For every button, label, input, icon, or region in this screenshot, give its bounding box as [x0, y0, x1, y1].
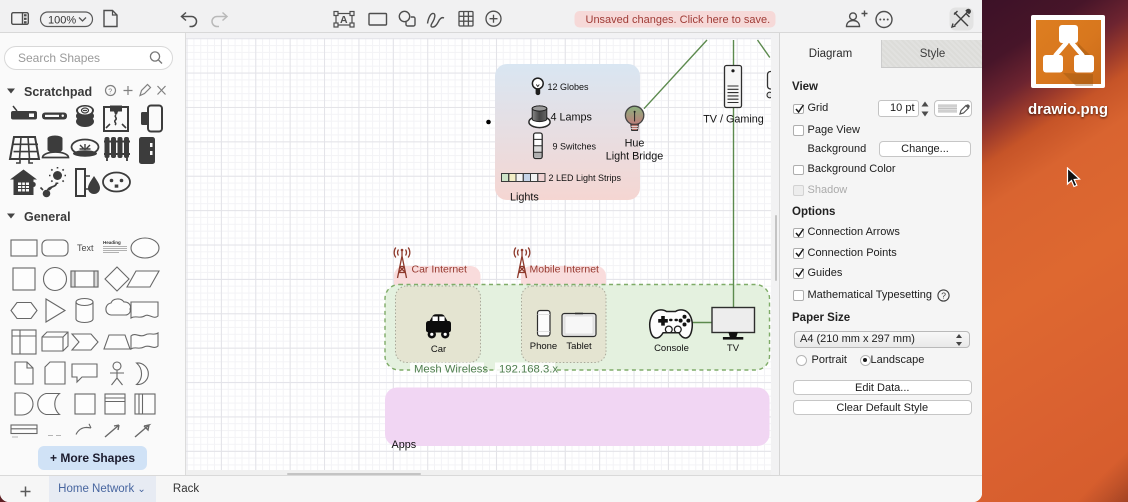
svg-text:Hue: Hue: [625, 138, 645, 150]
svg-text:Mobile Internet: Mobile Internet: [530, 264, 600, 276]
svg-text:Car: Car: [431, 344, 446, 355]
svg-text:100%: 100%: [48, 15, 76, 27]
svg-text:Tablet: Tablet: [566, 341, 592, 352]
svg-text:192.168.3.x: 192.168.3.x: [499, 364, 558, 376]
svg-text:Scratchpad: Scratchpad: [24, 85, 92, 99]
svg-text:General: General: [24, 210, 71, 224]
svg-text:Unsaved changes. Click here to: Unsaved changes. Click here to save.: [586, 14, 771, 26]
svg-text:12 Globes: 12 Globes: [548, 82, 590, 92]
svg-text:Heading: Heading: [103, 240, 121, 245]
svg-text:?: ?: [941, 291, 946, 301]
svg-text:Lights: Lights: [510, 192, 539, 204]
svg-text:TV / Gaming: TV / Gaming: [703, 114, 764, 126]
svg-text:Light Bridge: Light Bridge: [606, 151, 664, 163]
svg-text:Phone: Phone: [530, 341, 557, 352]
svg-text:Car Internet: Car Internet: [412, 264, 468, 276]
svg-text:A: A: [340, 14, 348, 26]
svg-text:Console: Console: [654, 343, 689, 354]
svg-text:Text: Text: [77, 243, 94, 253]
svg-text:2 LED Light Strips: 2 LED Light Strips: [549, 173, 622, 183]
svg-text:TV: TV: [727, 343, 740, 354]
svg-text:9 Switches: 9 Switches: [553, 142, 597, 152]
svg-text:Apps: Apps: [392, 439, 417, 451]
svg-text:Mesh Wireless: Mesh Wireless: [414, 364, 488, 376]
svg-text:4 Lamps: 4 Lamps: [551, 112, 593, 124]
svg-text:?: ?: [108, 89, 112, 96]
